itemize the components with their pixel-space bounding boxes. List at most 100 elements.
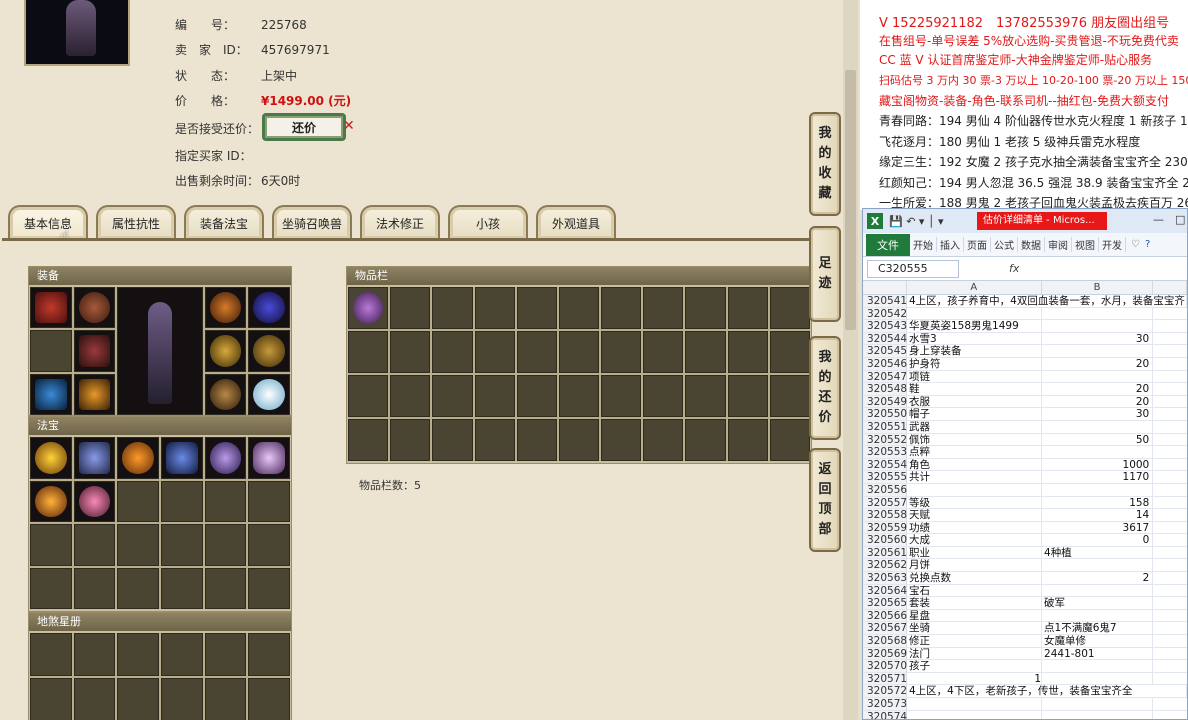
row-number[interactable]: 320573 (863, 698, 907, 710)
my-counter-offers-button[interactable]: 我的还价 (809, 336, 841, 440)
row-number[interactable]: 320563 (863, 572, 907, 584)
fx-icon[interactable]: fx (1009, 262, 1019, 275)
heart-icon[interactable]: ♡ (1131, 239, 1140, 250)
back-to-top-button[interactable]: 返回顶部 (809, 448, 841, 552)
minimize-icon[interactable]: — (1153, 213, 1164, 226)
cell-a[interactable]: 大成 (907, 534, 1043, 546)
fabao-slot[interactable] (73, 437, 116, 479)
fabao-slot[interactable] (161, 480, 203, 522)
row-number[interactable]: 320542 (863, 307, 907, 320)
cell-a[interactable] (907, 698, 1043, 710)
cell-b[interactable] (1042, 420, 1154, 433)
cell-b[interactable]: 30 (1042, 332, 1154, 345)
equip-slot[interactable] (248, 330, 290, 372)
cell-c[interactable] (1153, 408, 1187, 420)
row-number[interactable]: 320555 (863, 471, 907, 483)
quick-access-icons[interactable]: 💾 ↶ ▾ │ ▾ (889, 215, 944, 228)
cell-b[interactable] (1042, 345, 1154, 357)
help-icon[interactable]: ? (1145, 239, 1150, 250)
cell-c[interactable] (1153, 572, 1187, 584)
row-number[interactable]: 320541 (863, 295, 907, 307)
fabao-slot[interactable] (161, 437, 203, 479)
inventory-slot[interactable] (727, 287, 768, 329)
tab-appearance[interactable]: 外观道具 (536, 205, 616, 239)
cell-b[interactable]: 1170 (1042, 471, 1154, 483)
inventory-slot[interactable] (348, 331, 389, 373)
ribbon-tab-home[interactable]: 开始 (910, 237, 937, 252)
cell-c[interactable] (1153, 547, 1187, 559)
inventory-slot[interactable] (432, 375, 473, 417)
fabao-slot[interactable] (117, 437, 159, 479)
row-number[interactable]: 320562 (863, 559, 907, 571)
cell-b[interactable]: 14 (1042, 509, 1154, 521)
star-slot[interactable] (248, 678, 290, 720)
inventory-slot[interactable] (601, 331, 642, 373)
inventory-slot[interactable] (516, 375, 557, 417)
fabao-slot[interactable] (73, 524, 116, 566)
equip-slot[interactable] (73, 330, 116, 372)
tab-equipment[interactable]: 装备法宝 (184, 205, 264, 239)
inventory-slot[interactable] (769, 419, 810, 461)
inventory-slot[interactable] (769, 331, 810, 373)
cell-b[interactable] (1042, 483, 1154, 496)
row-number[interactable]: 320553 (863, 446, 907, 458)
inventory-slot[interactable] (727, 375, 768, 417)
inventory-slot[interactable] (643, 287, 684, 329)
corner-cell[interactable] (863, 281, 907, 294)
cell-a[interactable]: 星盘 (907, 609, 1043, 622)
equip-slot[interactable] (204, 287, 247, 329)
ribbon-tab-review[interactable]: 审阅 (1045, 237, 1072, 252)
cell-a[interactable]: 护身符 (907, 357, 1043, 370)
fabao-slot[interactable] (248, 567, 290, 609)
cell-a[interactable]: 水雪3 (907, 332, 1043, 345)
column-header-b[interactable]: B (1042, 281, 1154, 294)
cell-a[interactable]: 坐骑 (907, 622, 1043, 634)
fabao-slot[interactable] (73, 480, 116, 522)
fabao-slot[interactable] (161, 567, 203, 609)
ribbon-tab-page[interactable]: 页面 (964, 237, 991, 252)
cell-c[interactable] (1153, 371, 1187, 383)
cell-a[interactable]: 1 (907, 672, 1043, 685)
cell-a[interactable]: 法门 (907, 647, 1043, 660)
row-number[interactable]: 320572 (863, 685, 907, 697)
cell-b[interactable]: 30 (1042, 408, 1154, 420)
row-number[interactable]: 320565 (863, 597, 907, 609)
row-number[interactable]: 320569 (863, 647, 907, 660)
cell-b[interactable]: 3617 (1042, 521, 1154, 534)
counter-offer-button[interactable]: 还价 (262, 113, 346, 141)
row-number[interactable]: 320549 (863, 395, 907, 408)
fabao-slot[interactable] (117, 524, 159, 566)
cell-c[interactable] (1153, 648, 1187, 660)
inventory-slot[interactable] (685, 287, 726, 329)
my-favorites-button[interactable]: 我的收藏 (809, 112, 841, 216)
fabao-slot[interactable] (204, 524, 247, 566)
cell-c[interactable] (1153, 559, 1187, 571)
fabao-slot[interactable] (117, 567, 159, 609)
cell-b[interactable] (1042, 698, 1154, 710)
row-number[interactable]: 320571 (863, 672, 907, 685)
tab-spell-correction[interactable]: 法术修正 (360, 205, 440, 239)
cell-b[interactable]: 20 (1042, 395, 1154, 408)
cell-a[interactable]: 天赋 (907, 509, 1043, 521)
row-number[interactable]: 320543 (863, 320, 907, 332)
fabao-slot[interactable] (73, 567, 116, 609)
inventory-slot[interactable] (474, 287, 515, 329)
cell-c[interactable] (1153, 610, 1187, 622)
cell-b[interactable] (1042, 307, 1154, 320)
cell-c[interactable] (1153, 484, 1187, 496)
cell-c[interactable] (1153, 635, 1187, 647)
inventory-slot[interactable] (432, 419, 473, 461)
row-number[interactable]: 320570 (863, 660, 907, 672)
inventory-slot[interactable] (432, 287, 473, 329)
inventory-slot[interactable] (474, 419, 515, 461)
name-box[interactable]: C320555 (867, 259, 959, 278)
cell-a[interactable]: 兑换点数 (907, 572, 1043, 584)
ribbon-tab-data[interactable]: 数据 (1018, 237, 1045, 252)
row-number[interactable]: 320560 (863, 534, 907, 546)
cell-c[interactable] (1153, 320, 1187, 332)
star-slot[interactable] (117, 633, 159, 676)
row-number[interactable]: 320551 (863, 420, 907, 433)
row-number[interactable]: 320550 (863, 408, 907, 420)
inventory-slot[interactable] (516, 331, 557, 373)
inventory-slot[interactable] (474, 331, 515, 373)
